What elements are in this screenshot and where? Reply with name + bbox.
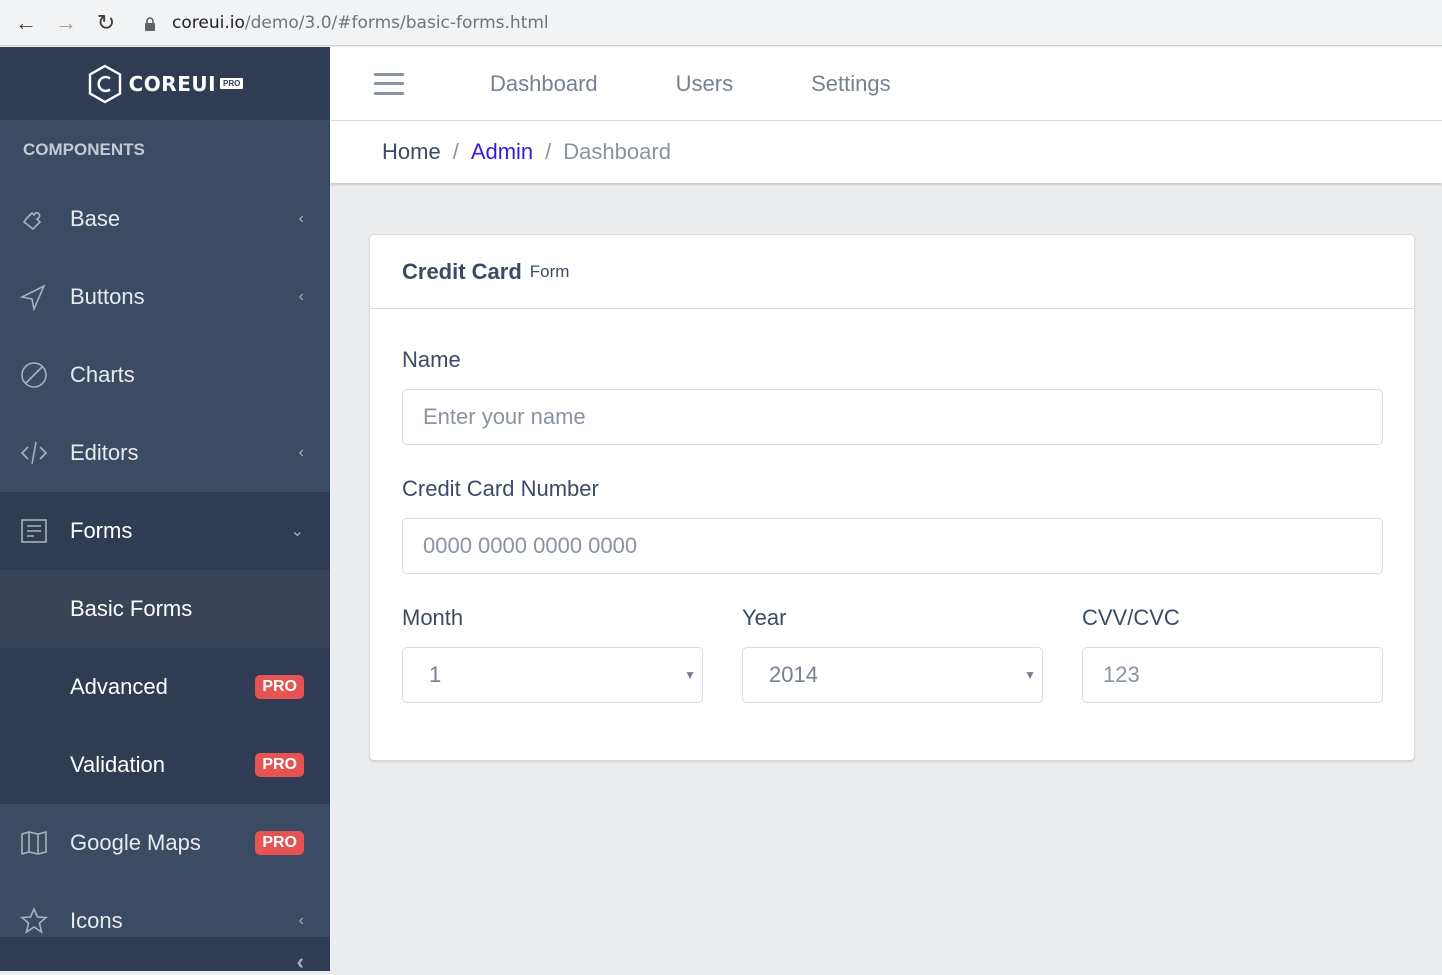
sidebar-item-label: Validation — [70, 752, 165, 777]
header-nav-users[interactable]: Users — [676, 71, 733, 97]
sidebar-item-buttons[interactable]: Buttons ‹ — [0, 258, 330, 336]
menu-toggle-icon[interactable] — [374, 72, 404, 95]
breadcrumb-home[interactable]: Home — [382, 139, 441, 165]
sidebar-item-label: Forms — [70, 518, 133, 543]
sidebar-item-base[interactable]: Base ‹ — [0, 180, 330, 258]
sidebar-item-google-maps[interactable]: Google Maps PRO — [0, 804, 330, 882]
url-host: coreui.io — [172, 12, 245, 33]
sidebar-item-label: Basic Forms — [70, 596, 193, 621]
forms-submenu: Basic Forms Advanced PRO Validation PRO — [0, 570, 330, 804]
url-path: /demo/3.0/#forms/basic-forms.html — [244, 12, 549, 33]
year-value: 2014 — [769, 662, 818, 687]
pro-badge: PRO — [255, 675, 304, 699]
chevron-down-icon: ⌄ — [290, 523, 304, 540]
header-nav-dashboard[interactable]: Dashboard — [490, 71, 598, 97]
sidebar-item-label: Editors — [70, 440, 139, 465]
name-label: Name — [402, 347, 461, 372]
sidebar-item-advanced[interactable]: Advanced PRO — [0, 648, 330, 726]
card-subtitle: Form — [529, 261, 570, 281]
sidebar-item-label: Google Maps — [70, 830, 201, 855]
coreui-logo-icon — [88, 64, 121, 103]
sidebar-item-label: Base — [70, 206, 121, 231]
lock-icon — [144, 16, 156, 31]
month-select[interactable]: 1 ▼ — [402, 647, 703, 703]
credit-card-form-card: Credit Card Form Name Enter your name Cr… — [369, 234, 1415, 761]
breadcrumb-admin[interactable]: Admin — [471, 139, 533, 165]
ccn-input[interactable]: 0000 0000 0000 0000 — [402, 518, 1383, 574]
sidebar-minimizer[interactable]: ‹ — [0, 937, 330, 974]
forward-button[interactable]: → — [52, 9, 80, 37]
year-select[interactable]: 2014 ▼ — [742, 647, 1043, 703]
brand-logo[interactable]: COREUI PRO — [0, 47, 330, 120]
address-bar[interactable]: coreui.io/demo/3.0/#forms/basic-forms.ht… — [144, 13, 549, 33]
back-button[interactable]: ← — [12, 9, 40, 37]
header-nav-settings[interactable]: Settings — [811, 71, 891, 97]
notes-icon — [20, 517, 48, 545]
pro-badge: PRO — [255, 753, 304, 777]
card-header: Credit Card Form — [370, 235, 1414, 309]
map-icon — [20, 829, 48, 857]
caret-down-icon: ▼ — [684, 668, 696, 682]
brand-name: COREUI — [128, 71, 217, 96]
sidebar-item-label: Charts — [70, 362, 135, 387]
puzzle-icon — [20, 205, 48, 233]
card-title: Credit Card — [402, 258, 522, 284]
brand-pro-badge: PRO — [220, 78, 244, 89]
sidebar-item-editors[interactable]: Editors ‹ — [0, 414, 330, 492]
breadcrumb-current: Dashboard — [563, 139, 671, 164]
cvv-label: CVV/CVC — [1082, 605, 1180, 630]
reload-button[interactable]: ↻ — [92, 9, 120, 37]
sidebar-item-label: Advanced — [70, 674, 168, 699]
month-label: Month — [402, 605, 464, 630]
chevron-left-icon: ‹ — [298, 912, 304, 929]
nav-section-title: COMPONENTS — [23, 140, 145, 159]
chevron-left-icon: ‹ — [298, 288, 304, 305]
sidebar-item-label: Icons — [70, 908, 123, 933]
pro-badge: PRO — [255, 831, 304, 855]
chevron-left-icon: ‹ — [298, 210, 304, 227]
sidebar-item-basic-forms[interactable]: Basic Forms — [0, 570, 330, 648]
star-icon — [20, 907, 48, 935]
breadcrumb-separator: / — [545, 139, 552, 164]
ccn-label: Credit Card Number — [402, 476, 599, 501]
code-icon — [20, 439, 48, 467]
sidebar-item-validation[interactable]: Validation PRO — [0, 726, 330, 804]
chevron-left-icon: ‹ — [296, 949, 304, 974]
chart-pie-icon — [20, 361, 48, 389]
cvv-input[interactable]: 123 — [1082, 647, 1383, 703]
name-input[interactable]: Enter your name — [402, 389, 1383, 445]
breadcrumb-separator: / — [452, 139, 459, 164]
sidebar-item-forms[interactable]: Forms ⌄ — [0, 492, 330, 570]
browser-toolbar: ← → ↻ coreui.io/demo/3.0/#forms/basic-fo… — [0, 0, 1442, 46]
cvv-placeholder: 123 — [1103, 662, 1140, 687]
name-placeholder: Enter your name — [423, 404, 586, 429]
top-header: Dashboard Users Settings — [330, 47, 1442, 121]
sidebar-item-charts[interactable]: Charts — [0, 336, 330, 414]
caret-down-icon: ▼ — [1024, 668, 1036, 682]
month-value: 1 — [429, 662, 442, 687]
ccn-placeholder: 0000 0000 0000 0000 — [423, 533, 638, 558]
sidebar-item-label: Buttons — [70, 284, 145, 309]
year-label: Year — [742, 605, 787, 630]
sidebar: COREUI PRO COMPONENTS Base ‹ Buttons ‹ C… — [0, 47, 330, 974]
chevron-left-icon: ‹ — [298, 444, 304, 461]
breadcrumb: Home / Admin / Dashboard — [330, 121, 1442, 183]
cursor-icon — [20, 283, 48, 311]
